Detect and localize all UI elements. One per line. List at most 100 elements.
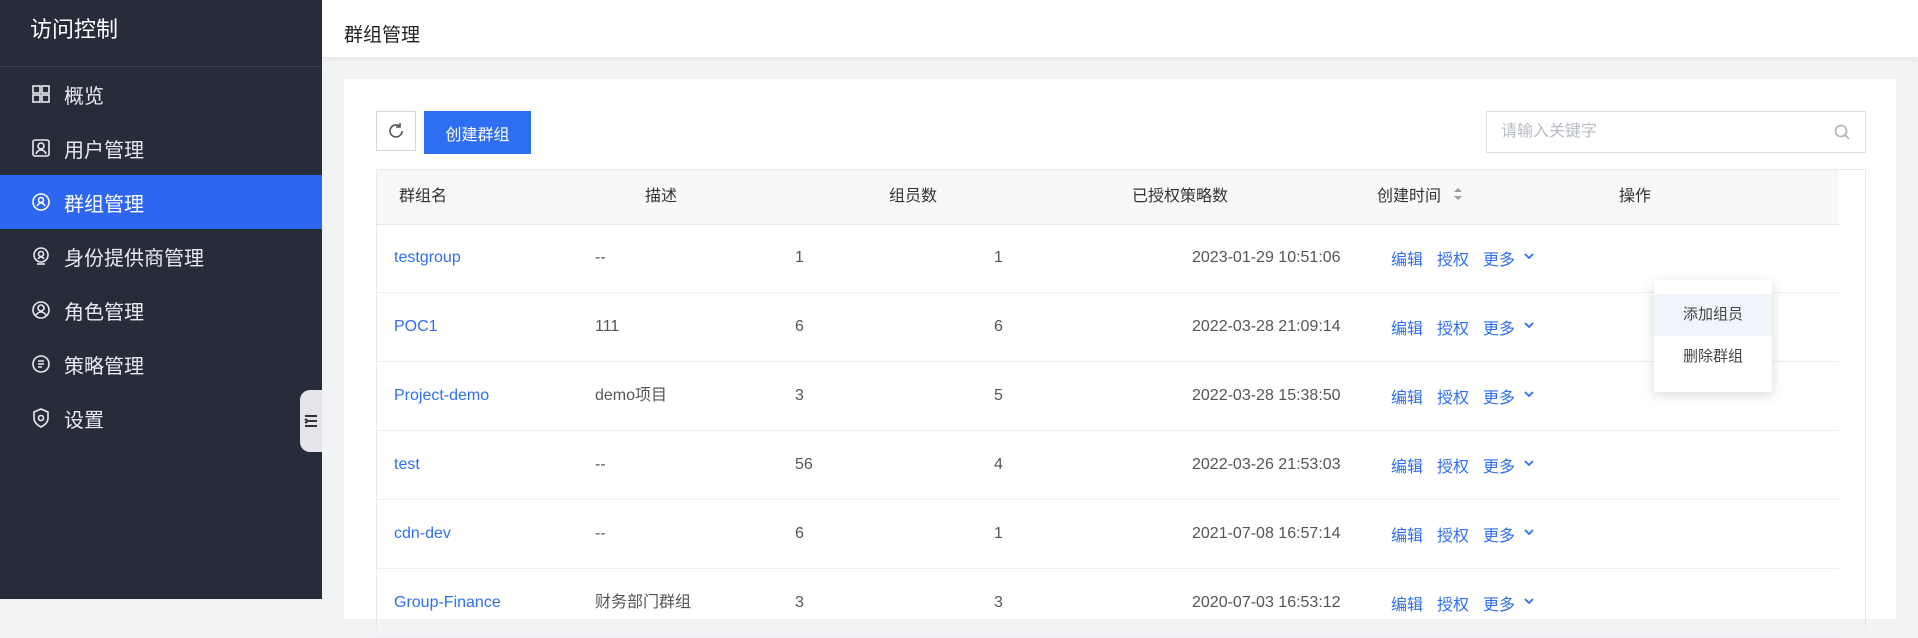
more-actions-dropdown: 添加组员 删除群组 — [1654, 280, 1772, 392]
table-row: POC1 111 6 6 2022-03-28 21:09:14 编辑 授权 更多 — [377, 293, 1839, 362]
edit-link[interactable]: 编辑 — [1391, 246, 1423, 270]
collapse-menu-icon — [304, 415, 317, 427]
sidebar-title: 访问控制 — [0, 0, 322, 67]
row-actions: 编辑 授权 更多 — [1391, 500, 1549, 568]
group-policy-count: 1 — [994, 249, 1003, 266]
authorize-link[interactable]: 授权 — [1437, 315, 1469, 339]
table-row: test -- 56 4 2022-03-26 21:53:03 编辑 授权 更多 — [377, 431, 1839, 500]
sidebar-item-label: 用户管理 — [64, 139, 144, 162]
sidebar-collapse-toggle[interactable] — [300, 390, 322, 452]
table-row: Project-demo demo项目 3 5 2022-03-28 15:38:50 编… — [377, 362, 1839, 431]
search-icon[interactable] — [1833, 123, 1851, 141]
more-actions-label: 更多 — [1483, 390, 1516, 407]
sidebar-item-policies[interactable]: 策略管理 — [0, 337, 322, 391]
sidebar-item-label: 群组管理 — [64, 193, 144, 216]
group-name-link[interactable]: test — [394, 431, 420, 499]
group-created-time: 2020-07-03 16:53:12 — [1192, 594, 1341, 611]
more-actions-toggle[interactable]: 更多 — [1483, 384, 1535, 408]
sidebar-item-label: 身份提供商管理 — [64, 247, 204, 270]
group-member-count: 6 — [795, 525, 804, 542]
sort-icon[interactable] — [1453, 170, 1463, 224]
more-actions-label: 更多 — [1483, 597, 1516, 614]
sidebar-item-settings[interactable]: 设置 — [0, 391, 322, 445]
chevron-down-icon — [1515, 249, 1535, 267]
column-header-created-label: 创建时间 — [1377, 188, 1442, 206]
row-actions: 编辑 授权 更多 — [1391, 293, 1549, 361]
create-group-button[interactable]: 创建群组 — [424, 111, 531, 154]
more-actions-toggle[interactable]: 更多 — [1483, 315, 1535, 339]
role-icon — [30, 299, 52, 321]
sidebar-item-label: 角色管理 — [64, 301, 144, 324]
group-created-time: 2022-03-26 21:53:03 — [1192, 456, 1341, 473]
group-member-count: 1 — [795, 249, 804, 266]
chevron-down-icon — [1515, 318, 1535, 336]
edit-link[interactable]: 编辑 — [1391, 384, 1423, 408]
authorize-link[interactable]: 授权 — [1437, 384, 1469, 408]
chevron-down-icon — [1515, 525, 1535, 543]
more-actions-toggle[interactable]: 更多 — [1483, 591, 1535, 615]
sidebar-item-users[interactable]: 用户管理 — [0, 121, 322, 175]
table-row: cdn-dev -- 6 1 2021-07-08 16:57:14 编辑 授权 更多 — [377, 500, 1839, 569]
authorize-link[interactable]: 授权 — [1437, 246, 1469, 270]
group-description: -- — [595, 456, 606, 473]
page-title: 群组管理 — [344, 25, 421, 46]
search-input[interactable] — [1487, 111, 1833, 153]
grid-icon — [30, 83, 52, 105]
group-icon — [30, 191, 52, 213]
group-name-link[interactable]: testgroup — [394, 224, 461, 292]
row-actions: 编辑 授权 更多 — [1391, 431, 1549, 499]
group-name-link[interactable]: Project-demo — [394, 362, 489, 430]
more-actions-label: 更多 — [1483, 528, 1516, 545]
group-policy-count: 3 — [994, 594, 1003, 611]
edit-link[interactable]: 编辑 — [1391, 522, 1423, 546]
group-name-link[interactable]: cdn-dev — [394, 500, 451, 568]
refresh-button[interactable] — [376, 111, 416, 151]
group-member-count: 56 — [795, 456, 813, 473]
row-actions: 编辑 授权 更多 — [1391, 569, 1549, 637]
column-header-actions: 操作 — [1619, 188, 1652, 205]
row-actions: 编辑 授权 更多 — [1391, 224, 1549, 292]
more-actions-label: 更多 — [1483, 252, 1516, 269]
column-header-created[interactable]: 创建时间 — [1377, 170, 1463, 224]
authorize-link[interactable]: 授权 — [1437, 453, 1469, 477]
user-card-icon — [30, 137, 52, 159]
table-header: 群组名 描述 组员数 已授权策略数 创建时间 操作 — [377, 170, 1839, 225]
more-actions-toggle[interactable]: 更多 — [1483, 522, 1535, 546]
group-description: demo项目 — [595, 387, 668, 404]
group-policy-count: 1 — [994, 525, 1003, 542]
edit-link[interactable]: 编辑 — [1391, 591, 1423, 615]
chevron-down-icon — [1515, 387, 1535, 405]
sidebar-item-groups[interactable]: 群组管理 — [0, 175, 322, 229]
column-header-policies: 已授权策略数 — [1132, 188, 1229, 205]
identity-provider-icon — [30, 245, 52, 267]
authorize-link[interactable]: 授权 — [1437, 591, 1469, 615]
authorize-link[interactable]: 授权 — [1437, 522, 1469, 546]
sidebar-item-overview[interactable]: 概览 — [0, 67, 322, 121]
edit-link[interactable]: 编辑 — [1391, 315, 1423, 339]
edit-link[interactable]: 编辑 — [1391, 453, 1423, 477]
group-policy-count: 4 — [994, 456, 1003, 473]
more-actions-toggle[interactable]: 更多 — [1483, 453, 1535, 477]
chevron-down-icon — [1515, 456, 1535, 474]
group-name-link[interactable]: POC1 — [394, 293, 438, 361]
refresh-icon — [389, 123, 403, 138]
top-header: 群组管理 — [322, 0, 1918, 57]
dropdown-item-add-member[interactable]: 添加组员 — [1654, 294, 1772, 336]
group-created-time: 2022-03-28 21:09:14 — [1192, 318, 1341, 335]
group-name-link[interactable]: Group-Finance — [394, 569, 501, 637]
table-row: Group-Finance 财务部门群组 3 3 2020-07-03 16:53:12… — [377, 569, 1839, 638]
shield-settings-icon — [30, 407, 52, 429]
sidebar-item-roles[interactable]: 角色管理 — [0, 283, 322, 337]
group-created-time: 2022-03-28 15:38:50 — [1192, 387, 1341, 404]
sidebar-item-label: 概览 — [64, 85, 104, 108]
dropdown-item-delete-group[interactable]: 删除群组 — [1654, 336, 1772, 378]
column-header-members: 组员数 — [889, 188, 938, 205]
more-actions-toggle[interactable]: 更多 — [1483, 246, 1535, 270]
group-description: -- — [595, 525, 606, 542]
sidebar-item-identity-providers[interactable]: 身份提供商管理 — [0, 229, 322, 283]
group-created-time: 2023-01-29 10:51:06 — [1192, 249, 1341, 266]
column-header-name: 群组名 — [399, 188, 448, 205]
group-description: -- — [595, 249, 606, 266]
sidebar-item-label: 设置 — [64, 409, 104, 432]
group-description: 111 — [595, 318, 620, 335]
